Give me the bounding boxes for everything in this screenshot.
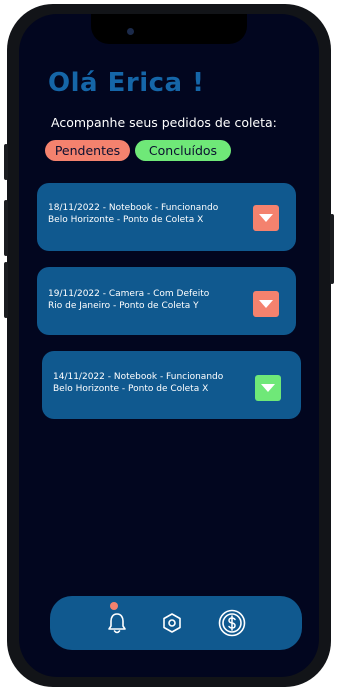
dollar-icon: [218, 609, 246, 637]
bell-icon: [108, 613, 126, 634]
order-location: Rio de Janeiro - Ponto de Coleta Y: [48, 301, 199, 311]
filter-completed-button[interactable]: Concluídos: [135, 140, 231, 161]
payments-button[interactable]: [217, 608, 247, 638]
expand-order-button[interactable]: [255, 375, 281, 401]
notification-badge: [110, 602, 118, 610]
page-title: Olá Erica !: [48, 68, 205, 98]
settings-icon: [163, 613, 181, 633]
app-screen: Olá Erica ! Acompanhe seus pedidos de co…: [19, 14, 319, 677]
order-location: Belo Horizonte - Ponto de Coleta X: [53, 384, 209, 394]
chevron-down-icon: [261, 384, 275, 392]
order-summary: 18/11/2022 - Notebook - Funcionando: [48, 203, 219, 213]
order-card[interactable]: 18/11/2022 - Notebook - Funcionando Belo…: [37, 183, 296, 251]
chevron-down-icon: [259, 214, 273, 222]
page-subtitle: Acompanhe seus pedidos de coleta:: [51, 115, 277, 130]
phone-side-button: [4, 262, 8, 318]
phone-notch: [91, 14, 247, 44]
expand-order-button[interactable]: [253, 205, 279, 231]
bottom-nav: [50, 596, 302, 650]
chevron-down-icon: [259, 300, 273, 308]
order-card[interactable]: 19/11/2022 - Camera - Com Defeito Rio de…: [37, 267, 296, 335]
notifications-button[interactable]: [103, 609, 131, 637]
settings-button[interactable]: [158, 609, 186, 637]
filter-pending-button[interactable]: Pendentes: [45, 140, 130, 161]
order-summary: 19/11/2022 - Camera - Com Defeito: [48, 289, 210, 299]
expand-order-button[interactable]: [253, 291, 279, 317]
order-card[interactable]: 14/11/2022 - Notebook - Funcionando Belo…: [42, 351, 301, 419]
phone-side-button: [4, 200, 8, 256]
order-summary: 14/11/2022 - Notebook - Funcionando: [53, 372, 224, 382]
order-location: Belo Horizonte - Ponto de Coleta X: [48, 215, 204, 225]
camera-icon: [127, 28, 134, 35]
